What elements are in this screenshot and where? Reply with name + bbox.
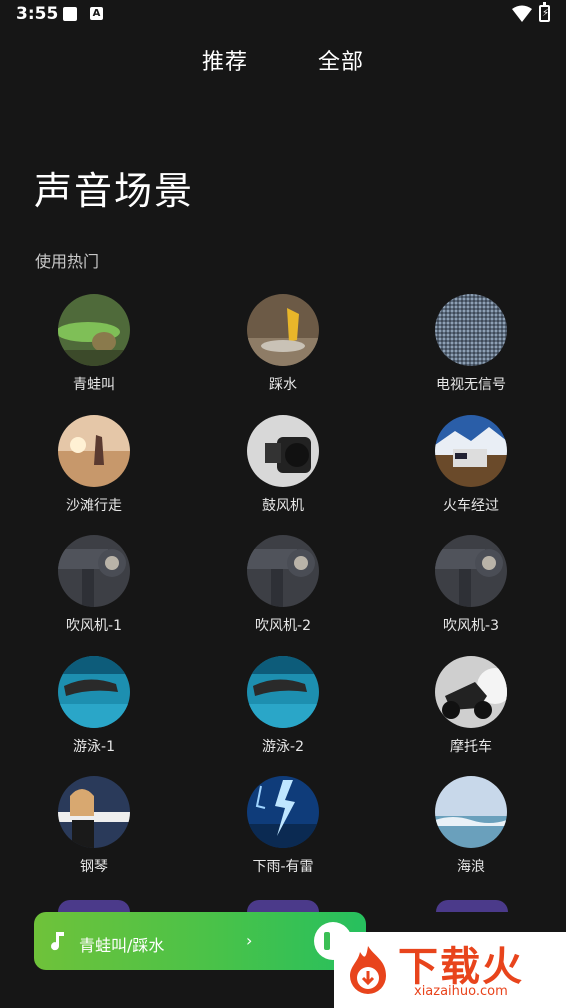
scene-item-label: 钢琴 [80, 859, 108, 875]
hairdryer-thumbnail [58, 535, 130, 607]
static-thumbnail [435, 294, 507, 366]
scene-item[interactable]: 沙滩行走 [24, 415, 164, 515]
scene-item-label: 吹风机-3 [443, 618, 499, 634]
a-badge-icon: A [90, 7, 103, 20]
blower-thumbnail [247, 415, 319, 487]
scene-item-label: 踩水 [269, 377, 297, 393]
scene-item-label: 吹风机-1 [66, 618, 122, 634]
scene-item-label: 沙滩行走 [66, 498, 122, 514]
notification-square-icon [63, 7, 77, 21]
partial-thumb [58, 900, 130, 912]
thunder-thumbnail [247, 776, 319, 848]
motorcycle-thumbnail [435, 656, 507, 728]
piano-thumbnail [58, 776, 130, 848]
scene-item-label: 吹风机-2 [255, 618, 311, 634]
hairdryer-thumbnail [435, 535, 507, 607]
scene-item[interactable]: 吹风机-3 [401, 535, 541, 635]
status-time: 3:55 [16, 4, 59, 24]
top-tabs: 推荐 全部 [0, 44, 566, 78]
scene-item[interactable]: 青蛙叫 [24, 294, 164, 394]
scene-item[interactable]: 游泳-1 [24, 656, 164, 756]
scene-item-label: 摩托车 [450, 739, 492, 755]
scene-item-label: 游泳-1 [73, 739, 115, 755]
scene-item-label: 青蛙叫 [73, 377, 115, 393]
music-note-icon [51, 932, 64, 951]
swim-thumbnail [58, 656, 130, 728]
battery-charging-glyph: ⚡ [542, 8, 550, 19]
scene-item-label: 鼓风机 [262, 498, 304, 514]
flame-logo-icon [350, 946, 386, 994]
scene-item[interactable]: 吹风机-2 [213, 535, 353, 635]
scene-item[interactable]: 下雨-有雷 [213, 776, 353, 876]
scene-item[interactable]: 游泳-2 [213, 656, 353, 756]
scene-item[interactable]: 吹风机-1 [24, 535, 164, 635]
scene-item[interactable]: 踩水 [213, 294, 353, 394]
wifi-icon [512, 5, 532, 22]
now-playing-bar[interactable]: 青蛙叫/踩水 › [34, 912, 366, 970]
page-title: 声音场景 [34, 169, 195, 213]
chevron-right-icon[interactable]: › [246, 931, 252, 950]
scene-item[interactable]: 摩托车 [401, 656, 541, 756]
frog-thumbnail [58, 294, 130, 366]
scene-item[interactable]: 海浪 [401, 776, 541, 876]
scene-item[interactable]: 鼓风机 [213, 415, 353, 515]
scene-item[interactable]: 电视无信号 [401, 294, 541, 394]
scene-item-label: 电视无信号 [436, 377, 506, 393]
watermark: 下载火 xiazaihuo.com [334, 932, 566, 1008]
partial-thumb [247, 900, 319, 912]
waves-thumbnail [435, 776, 507, 848]
hairdryer-thumbnail [247, 535, 319, 607]
scene-item-label: 游泳-2 [262, 739, 304, 755]
partial-thumb [436, 900, 508, 912]
scene-item-label: 海浪 [457, 859, 485, 875]
scene-item-label: 下雨-有雷 [252, 859, 314, 875]
now-playing-title: 青蛙叫/踩水 [79, 936, 165, 955]
status-bar: 3:55 A ⚡ [0, 0, 566, 30]
beach-thumbnail [58, 415, 130, 487]
scene-item[interactable]: 钢琴 [24, 776, 164, 876]
section-label: 使用热门 [35, 252, 100, 271]
tab-all[interactable]: 全部 [318, 44, 364, 76]
swim-thumbnail [247, 656, 319, 728]
scene-item[interactable]: 火车经过 [401, 415, 541, 515]
train-thumbnail [435, 415, 507, 487]
scene-item-label: 火车经过 [443, 498, 499, 514]
watermark-url: xiazaihuo.com [414, 984, 508, 999]
battery-icon: ⚡ [539, 2, 550, 22]
tab-recommend[interactable]: 推荐 [202, 44, 248, 76]
splash-thumbnail [247, 294, 319, 366]
